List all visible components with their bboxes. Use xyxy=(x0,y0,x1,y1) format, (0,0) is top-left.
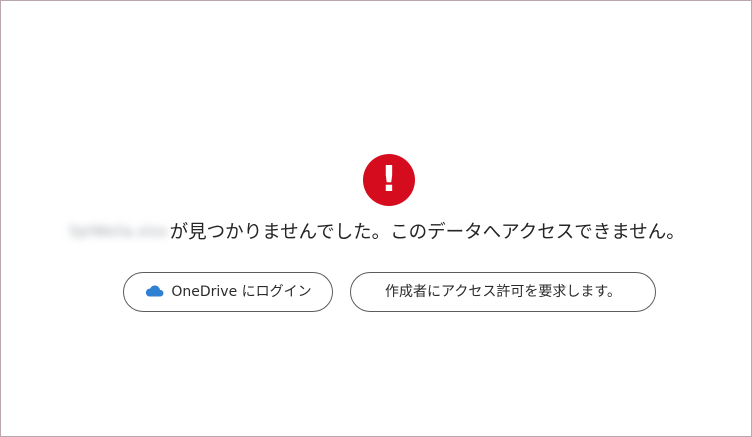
request-access-label: 作成者にアクセス許可を要求します。 xyxy=(385,284,621,300)
error-page: ! SplWeila.xlsx が見つかりませんでした。このデータへアクセスできま… xyxy=(0,0,752,437)
blurred-filename: SplWeila.xlsx xyxy=(69,224,168,240)
onedrive-login-button[interactable]: OneDrive にログイン xyxy=(123,272,333,312)
onedrive-login-label: OneDrive にログイン xyxy=(171,284,312,300)
error-message-text: が見つかりませんでした。このデータへアクセスできません。 xyxy=(169,222,685,243)
error-message: SplWeila.xlsx が見つかりませんでした。このデータへアクセスできません… xyxy=(1,220,752,245)
error-exclamation-icon: ! xyxy=(363,154,415,206)
onedrive-cloud-icon xyxy=(146,285,164,297)
request-access-button[interactable]: 作成者にアクセス許可を要求します。 xyxy=(350,272,656,312)
